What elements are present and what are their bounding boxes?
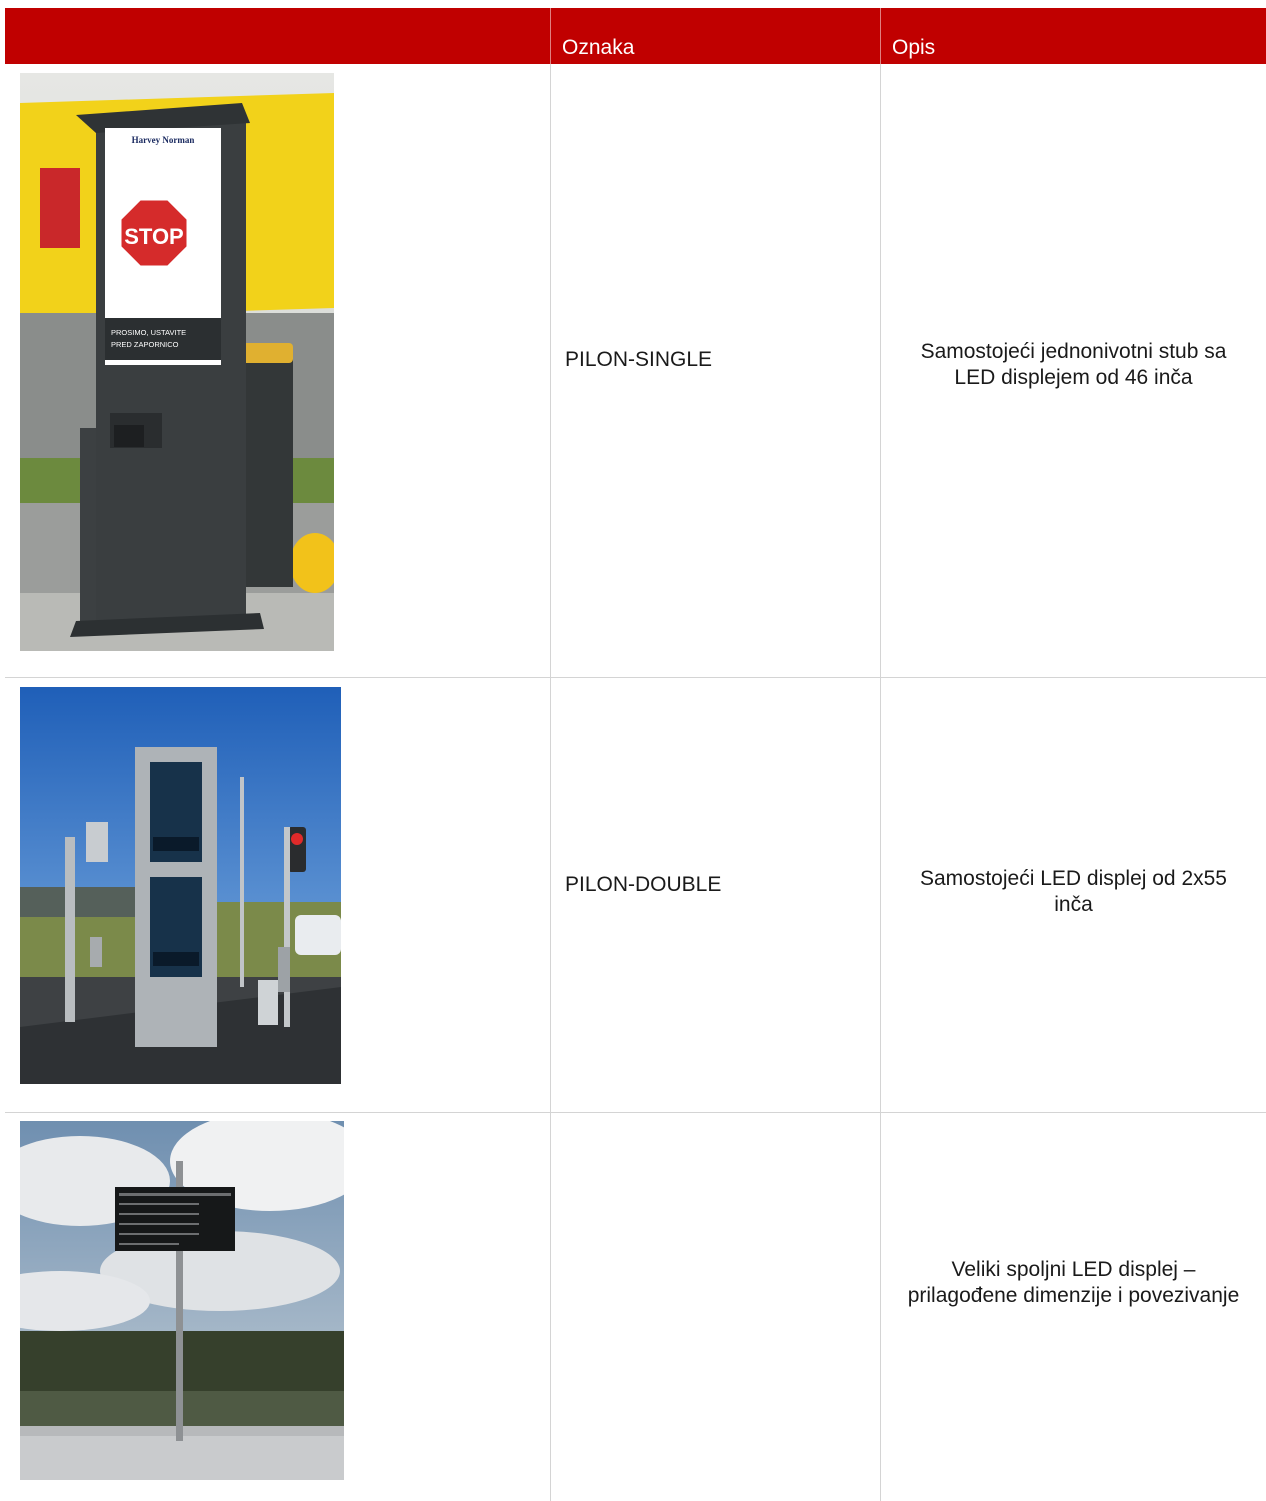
row-code: PILON-DOUBLE [565, 873, 722, 896]
product-table: Oznaka Opis Harvey Norman STOP PROSIMO, … [5, 8, 1266, 1501]
row-description: Samostojeći jednonivotni stub sa LED dis… [920, 340, 1227, 389]
svg-text:PROSIMO, USTAVITE: PROSIMO, USTAVITE [111, 328, 186, 337]
outdoor-led-display-photo [20, 1121, 344, 1480]
header-image [5, 8, 550, 64]
svg-text:STOP: STOP [124, 224, 184, 249]
svg-text:Harvey Norman: Harvey Norman [132, 135, 195, 145]
column-divider [550, 64, 551, 1501]
header-opis: Opis [880, 8, 1266, 64]
header-oznaka: Oznaka [550, 8, 880, 64]
table-header: Oznaka Opis [5, 8, 1266, 64]
row-divider [5, 677, 1266, 678]
row-divider [5, 1112, 1266, 1113]
svg-text:PRED ZAPORNICO: PRED ZAPORNICO [111, 340, 179, 349]
pilon-double-photo [20, 687, 341, 1084]
row-description: Veliki spoljni LED displej – prilagođene… [907, 1258, 1240, 1307]
row-code: PILON-SINGLE [565, 348, 713, 371]
row-description: Samostojeći LED displej od 2x55 inča [919, 867, 1227, 916]
pilon-single-photo: Harvey Norman STOP PROSIMO, USTAVITE PRE… [20, 73, 334, 651]
